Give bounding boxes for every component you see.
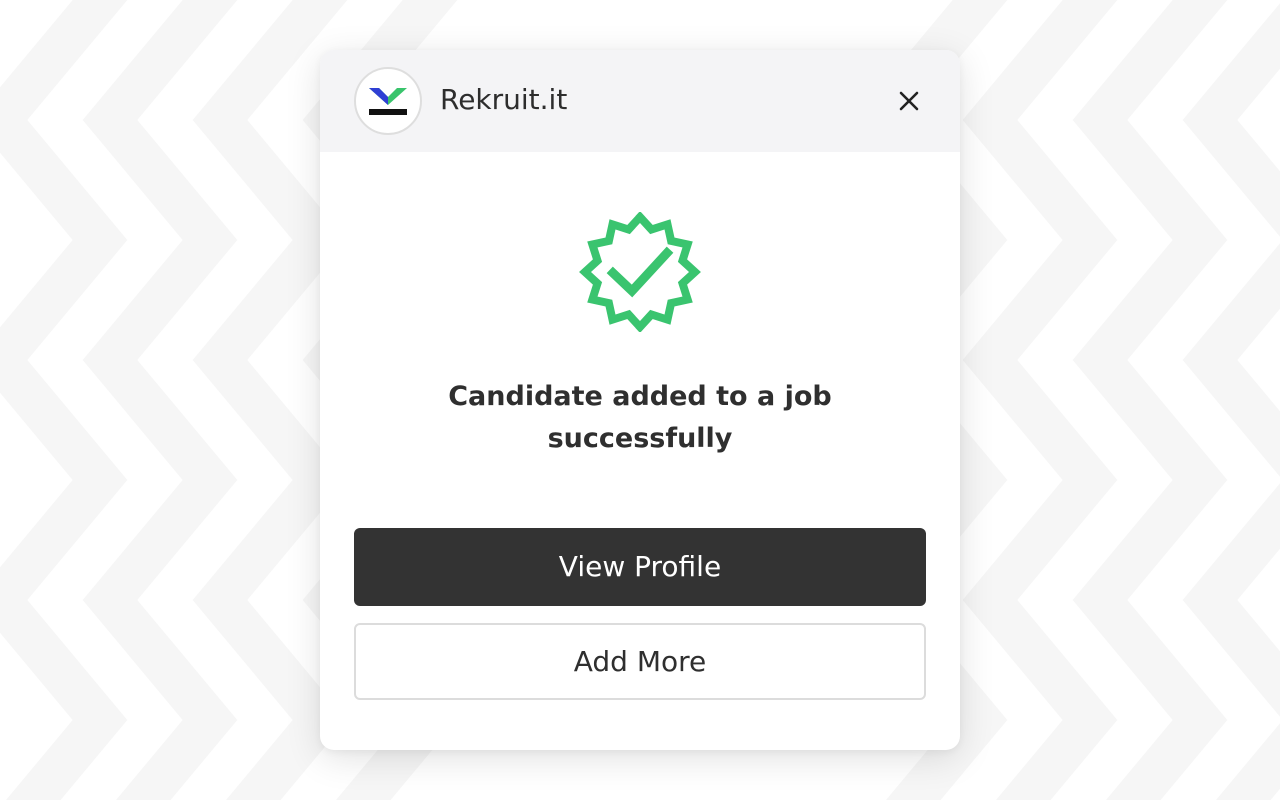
app-logo [354, 67, 422, 135]
close-icon [899, 91, 919, 111]
app-name: Rekruit.it [440, 83, 568, 116]
verified-badge-icon [579, 212, 701, 332]
view-profile-button[interactable]: View Profile [354, 528, 926, 606]
success-popup: Rekruit.it Candidate added to a job succ… [320, 50, 960, 750]
popup-header: Rekruit.it [320, 50, 960, 152]
rekruit-logo-icon [369, 88, 407, 115]
success-message: Candidate added to a job successfully [448, 381, 832, 454]
close-button[interactable] [890, 84, 928, 118]
add-more-button[interactable]: Add More [354, 623, 926, 700]
